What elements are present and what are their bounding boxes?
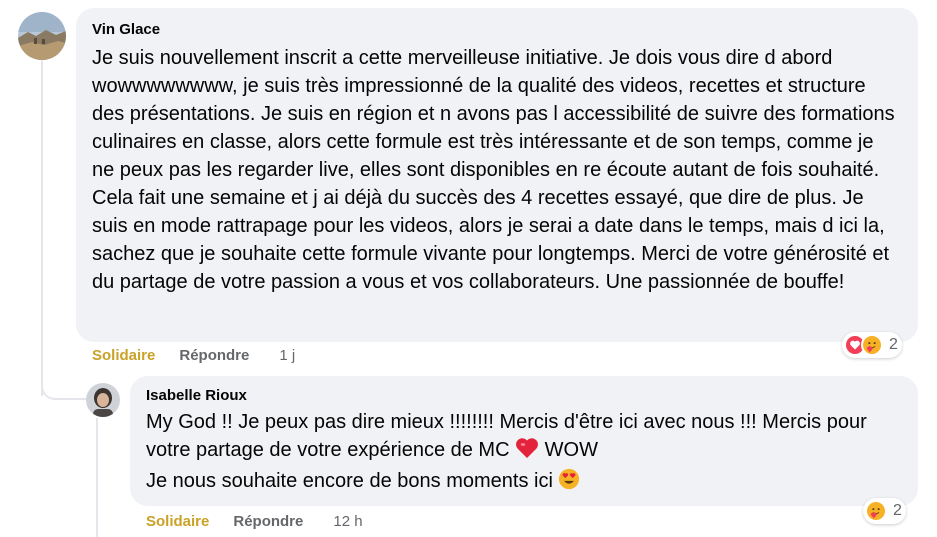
- reply-button[interactable]: Répondre: [179, 347, 249, 364]
- comment-timestamp[interactable]: 12 h: [333, 513, 362, 530]
- avatar[interactable]: [86, 383, 120, 417]
- thread-line-vertical: [41, 60, 43, 396]
- heart-emoji-icon: [515, 437, 539, 467]
- thread-line-curve: [41, 380, 87, 400]
- comment-actions: Solidaire Répondre 1 j: [92, 347, 295, 364]
- reply-actions: Solidaire Répondre 12 h: [146, 513, 363, 530]
- reaction-summary[interactable]: 2: [863, 498, 906, 524]
- reply-text-part3: Je nous souhaite encore de bons moments …: [146, 470, 553, 492]
- reaction-count: 2: [893, 502, 902, 519]
- reaction-count: 2: [889, 336, 898, 353]
- reaction-summary[interactable]: 2: [842, 332, 902, 358]
- reply-button[interactable]: Répondre: [233, 513, 303, 530]
- reply-bubble: Isabelle Rioux My God !! Je peux pas dir…: [130, 376, 918, 506]
- reply-text: My God !! Je peux pas dire mieux !!!!!!!…: [146, 408, 906, 498]
- like-button[interactable]: Solidaire: [146, 513, 209, 530]
- reply-author[interactable]: Isabelle Rioux: [146, 386, 904, 406]
- thread-line-reply: [96, 418, 98, 537]
- comment-text: Je suis nouvellement inscrit a cette mer…: [92, 47, 895, 293]
- reply-text-part2: WOW: [544, 439, 598, 461]
- comment-bubble: Vin Glace Je suis nouvellement inscrit a…: [76, 8, 918, 342]
- comment-author[interactable]: Vin Glace: [92, 20, 900, 40]
- avatar-image: [18, 12, 66, 60]
- reply-text-part1: My God !! Je peux pas dire mieux !!!!!!!…: [146, 411, 867, 461]
- heart-eyes-emoji-icon: [558, 468, 580, 498]
- care-icon: [865, 500, 887, 522]
- avatar-image: [86, 383, 120, 417]
- care-icon: [861, 334, 883, 356]
- avatar[interactable]: [18, 12, 66, 60]
- like-button[interactable]: Solidaire: [92, 347, 155, 364]
- comment-timestamp[interactable]: 1 j: [279, 347, 295, 364]
